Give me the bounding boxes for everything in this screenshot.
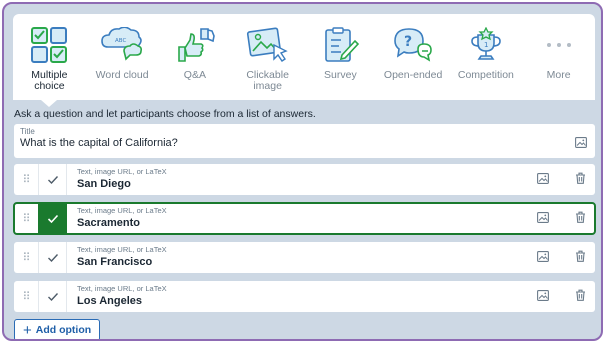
answer-caption: Text, image URL, or LaTeX [77,284,167,293]
survey-icon [318,26,362,64]
more-dots-icon [537,26,581,64]
drag-handle-icon[interactable]: ⠿ [14,203,38,234]
answer-option[interactable]: ⠿ Text, image URL, or LaTeX Los Angeles [14,281,595,312]
check-icon [47,292,58,301]
answer-option[interactable]: ⠿ Text, image URL, or LaTeX San Diego [14,164,595,195]
image-icon[interactable] [537,249,549,267]
check-icon [47,253,58,262]
trash-icon[interactable] [575,171,586,189]
type-label: Q&A [183,69,206,81]
type-more[interactable]: More [522,14,595,100]
image-icon[interactable] [537,171,549,189]
check-icon [47,175,58,184]
mark-correct-toggle[interactable] [38,164,67,195]
svg-text:1: 1 [484,41,488,49]
answer-field[interactable]: Text, image URL, or LaTeX Sacramento [67,203,531,234]
title-field[interactable]: Title What is the capital of California? [14,124,595,158]
type-qa[interactable]: Q&A [159,14,232,100]
check-icon [47,214,58,223]
type-word-cloud[interactable]: ABC Word cloud [86,14,159,100]
type-label: More [546,69,571,81]
answer-option[interactable]: ⠿ Text, image URL, or LaTeX Sacramento [13,202,596,235]
mark-correct-toggle[interactable] [38,281,67,312]
answer-tools [531,203,595,234]
answer-value[interactable]: Los Angeles [77,295,521,307]
drag-handle-icon[interactable]: ⠿ [14,281,38,312]
title-value[interactable]: What is the capital of California? [20,137,589,149]
answer-tools [531,164,595,195]
answer-value[interactable]: Sacramento [77,217,521,229]
trash-icon[interactable] [575,288,586,306]
type-label: Multiple choice [31,69,68,92]
type-label: Competition [457,69,514,81]
trophy-icon: 1 [464,26,508,64]
svg-text:?: ? [404,34,412,50]
open-ended-icon: ? [391,26,435,64]
type-label: Open-ended [383,69,443,81]
plus-icon: + [23,321,32,339]
answer-caption: Text, image URL, or LaTeX [77,206,167,215]
add-option-label: Add option [35,324,92,336]
clickable-image-icon [246,26,290,64]
trash-icon[interactable] [575,210,586,228]
question-type-bar: Multiple choice ABC Word cloud Q&A Click… [13,14,595,107]
svg-text:ABC: ABC [115,38,126,44]
type-competition[interactable]: 1 Competition [450,14,523,100]
word-cloud-icon: ABC [100,26,144,64]
answer-tools [531,242,595,273]
image-icon[interactable] [575,135,587,153]
answer-caption: Text, image URL, or LaTeX [77,245,167,254]
type-description: Ask a question and let participants choo… [14,108,316,120]
type-label: Word cloud [95,69,149,81]
title-caption: Title [20,127,35,136]
answer-value[interactable]: San Diego [77,178,521,190]
type-open-ended[interactable]: ? Open-ended [377,14,450,100]
mark-correct-toggle[interactable] [38,203,67,234]
type-label: Survey [324,69,357,81]
trash-icon[interactable] [575,249,586,267]
type-label: Clickable image [246,69,289,92]
drag-handle-icon[interactable]: ⠿ [14,242,38,273]
answer-tools [531,281,595,312]
type-multiple-choice[interactable]: Multiple choice [13,14,86,107]
image-icon[interactable] [537,288,549,306]
drag-handle-icon[interactable]: ⠿ [14,164,38,195]
image-icon[interactable] [537,210,549,228]
multiple-choice-icon [27,26,71,64]
mark-correct-toggle[interactable] [38,242,67,273]
type-survey[interactable]: Survey [304,14,377,100]
type-clickable-image[interactable]: Clickable image [231,14,304,100]
answer-caption: Text, image URL, or LaTeX [77,167,167,176]
answer-field[interactable]: Text, image URL, or LaTeX San Diego [67,164,531,195]
app-frame: Multiple choice ABC Word cloud Q&A Click… [2,2,603,341]
answer-field[interactable]: Text, image URL, or LaTeX Los Angeles [67,281,531,312]
qa-thumbs-icon [173,26,217,64]
answer-option[interactable]: ⠿ Text, image URL, or LaTeX San Francisc… [14,242,595,273]
answer-value[interactable]: San Francisco [77,256,521,268]
add-option-button[interactable]: + Add option [14,319,101,339]
answer-field[interactable]: Text, image URL, or LaTeX San Francisco [67,242,531,273]
